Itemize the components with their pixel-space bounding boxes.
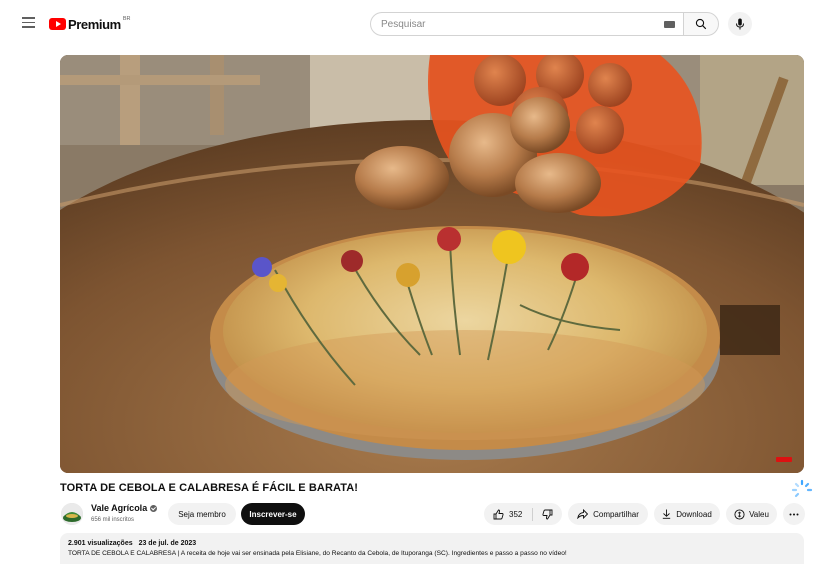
join-button[interactable]: Seja membro [168,503,236,525]
description-text: TORTA DE CEBOLA E CALABRESA | A receita … [68,550,567,557]
search-icon [695,18,707,30]
share-icon [577,509,589,519]
youtube-logo-icon [49,18,66,30]
subscriber-count: 656 mil inscritos [91,517,135,523]
mic-icon [736,18,744,30]
channel-name[interactable]: Vale Agrícola [91,503,158,513]
avatar-image [61,503,83,525]
download-label: Download [676,509,712,519]
logo-country-code: BR [122,16,131,22]
thanks-label: Valeu [749,509,769,519]
like-icon [493,509,504,519]
verified-icon [150,504,158,512]
like-button[interactable]: 352 [484,503,532,525]
voice-search-button[interactable] [728,12,752,36]
spinner-icon [791,479,813,498]
view-count: 2.901 visualizações [68,540,133,547]
masthead: Premium BR [0,0,813,48]
video-title: TORTA DE CEBOLA E CALABRESA É FÁCIL E BA… [60,482,359,494]
description-meta: 2.901 visualizações 23 de jul. de 2023 [68,540,796,547]
menu-icon [21,17,35,19]
share-button[interactable]: Compartilhar [568,503,648,525]
logo-text: Premium [68,16,121,32]
like-dislike-group: 352 [484,503,562,525]
youtube-logo[interactable]: Premium BR [49,15,130,33]
search-box [370,12,683,36]
search-input[interactable] [381,18,651,30]
channel-name-text: Vale Agrícola [91,503,148,513]
more-icon [789,513,799,515]
publish-date: 23 de jul. de 2023 [138,540,197,547]
video-frame [60,55,804,473]
thanks-button[interactable]: Valeu [726,503,777,525]
like-count: 352 [509,509,523,519]
download-icon [663,509,671,519]
dislike-button[interactable] [533,503,562,525]
video-player[interactable] [60,55,804,473]
thanks-icon [734,508,745,520]
keyboard-icon[interactable] [664,21,675,28]
guide-menu-button[interactable] [18,14,38,34]
channel-avatar[interactable] [61,503,83,525]
download-button[interactable]: Download [654,503,720,525]
share-label: Compartilhar [593,509,639,519]
subscribe-button[interactable]: Inscrever-se [241,503,305,525]
search-button[interactable] [683,12,719,36]
dislike-icon [542,509,553,519]
more-actions-button[interactable] [783,503,805,525]
description-box[interactable]: 2.901 visualizações 23 de jul. de 2023 T… [60,533,804,564]
